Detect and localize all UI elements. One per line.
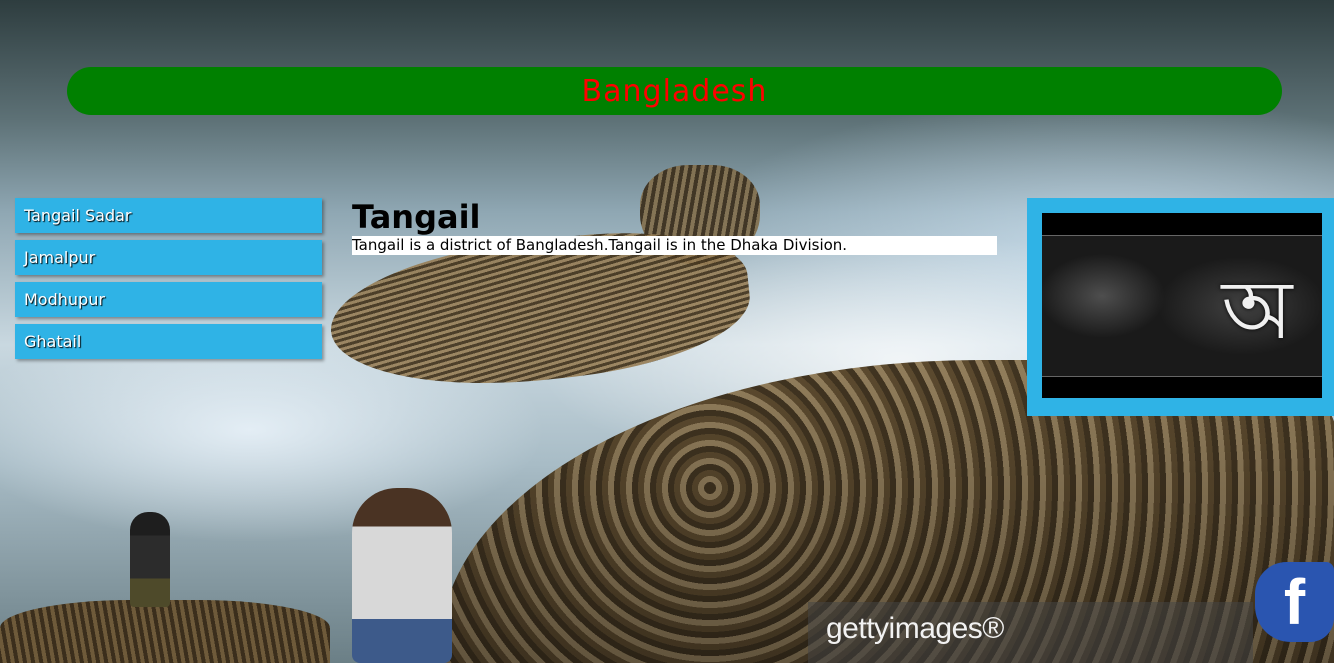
sidebar-item-tangail-sadar[interactable]: Tangail Sadar bbox=[15, 198, 322, 233]
image-panel: অ bbox=[1027, 198, 1334, 416]
bengali-letter-glyph: অ bbox=[1221, 263, 1293, 358]
background-worker bbox=[352, 488, 452, 663]
sidebar-nav: Tangail Sadar Jamalpur Modhupur Ghatail bbox=[15, 198, 322, 366]
background-worker-far bbox=[130, 512, 170, 607]
side-image: অ bbox=[1042, 213, 1322, 398]
page-title: Tangail bbox=[352, 198, 481, 236]
facebook-icon[interactable]: f bbox=[1255, 562, 1334, 642]
sidebar-item-modhupur[interactable]: Modhupur bbox=[15, 282, 322, 317]
page-description: Tangail is a district of Bangladesh.Tang… bbox=[352, 236, 997, 255]
header-bar: Bangladesh bbox=[67, 67, 1282, 115]
sidebar-item-jamalpur[interactable]: Jamalpur bbox=[15, 240, 322, 275]
sidebar-item-ghatail[interactable]: Ghatail bbox=[15, 324, 322, 359]
page: Bangladesh Tangail Sadar Jamalpur Modhup… bbox=[0, 0, 1334, 663]
main-content: Tangail Tangail is a district of Banglad… bbox=[352, 198, 997, 255]
site-title: Bangladesh bbox=[581, 73, 768, 109]
background-ground-pile bbox=[0, 600, 330, 663]
watermark-text: gettyimages® bbox=[826, 612, 1004, 645]
watermark-band: gettyimages® bbox=[808, 602, 1253, 663]
side-image-photo: অ bbox=[1042, 235, 1322, 377]
